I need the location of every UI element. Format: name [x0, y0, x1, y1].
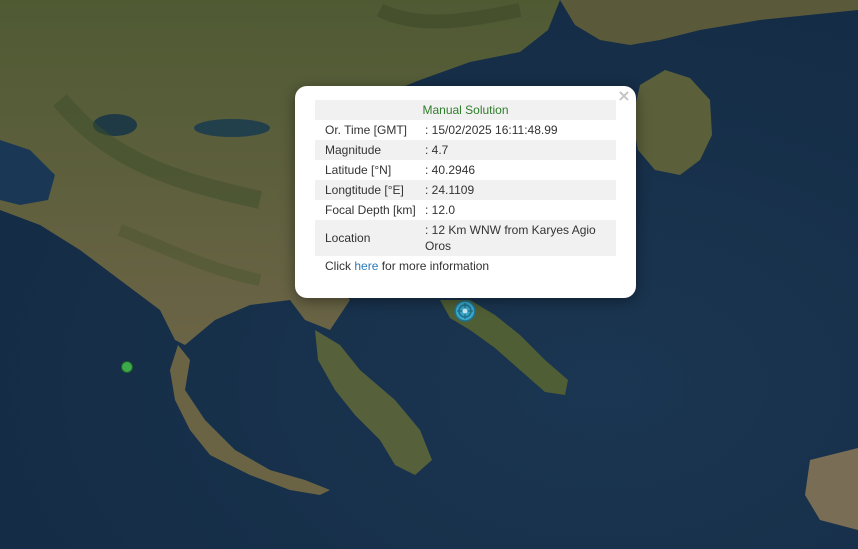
row-value: : 4.7: [425, 143, 449, 157]
table-row: Magnitude : 4.7: [315, 140, 616, 160]
earthquake-epicenter-icon[interactable]: [454, 300, 476, 322]
event-popup: × Manual Solution Or. Time [GMT] : 15/02…: [295, 86, 636, 298]
row-value: : 40.2946: [425, 163, 476, 177]
row-label: Magnitude: [325, 143, 382, 157]
row-value: : 15/02/2025 16:11:48.99: [425, 123, 558, 137]
row-label: Location: [325, 231, 371, 245]
more-prefix: Click: [325, 259, 355, 273]
table-row: Longtitude [°E] : 24.1109: [315, 180, 616, 200]
more-info-link[interactable]: here: [354, 259, 378, 273]
row-label: Latitude [°N]: [325, 163, 392, 177]
popup-content: Manual Solution Or. Time [GMT] : 15/02/2…: [315, 100, 616, 274]
more-info-text: Click here for more information: [315, 258, 616, 274]
row-value: : 24.1109: [425, 183, 475, 197]
popup-title: Manual Solution: [422, 103, 509, 117]
more-suffix: for more information: [378, 259, 490, 273]
row-value: : 12.0: [425, 203, 456, 217]
earthquake-event-dot[interactable]: [121, 361, 133, 373]
table-row: Latitude [°N] : 40.2946: [315, 160, 616, 180]
row-label: Longtitude [°E]: [325, 183, 404, 197]
table-row: Location : 12 Km WNW from Karyes Agio Or…: [315, 220, 616, 256]
row-label: Focal Depth [km]: [325, 203, 416, 217]
row-value: : 12 Km WNW from Karyes Agio Oros: [425, 223, 596, 253]
table-row-title: Manual Solution: [315, 100, 616, 120]
row-label: Or. Time [GMT]: [325, 123, 408, 137]
table-row: Or. Time [GMT] : 15/02/2025 16:11:48.99: [315, 120, 616, 140]
event-info-table: Manual Solution Or. Time [GMT] : 15/02/2…: [315, 100, 616, 256]
table-row: Focal Depth [km] : 12.0: [315, 200, 616, 220]
close-icon[interactable]: ×: [616, 88, 632, 104]
lake-2: [194, 119, 270, 137]
